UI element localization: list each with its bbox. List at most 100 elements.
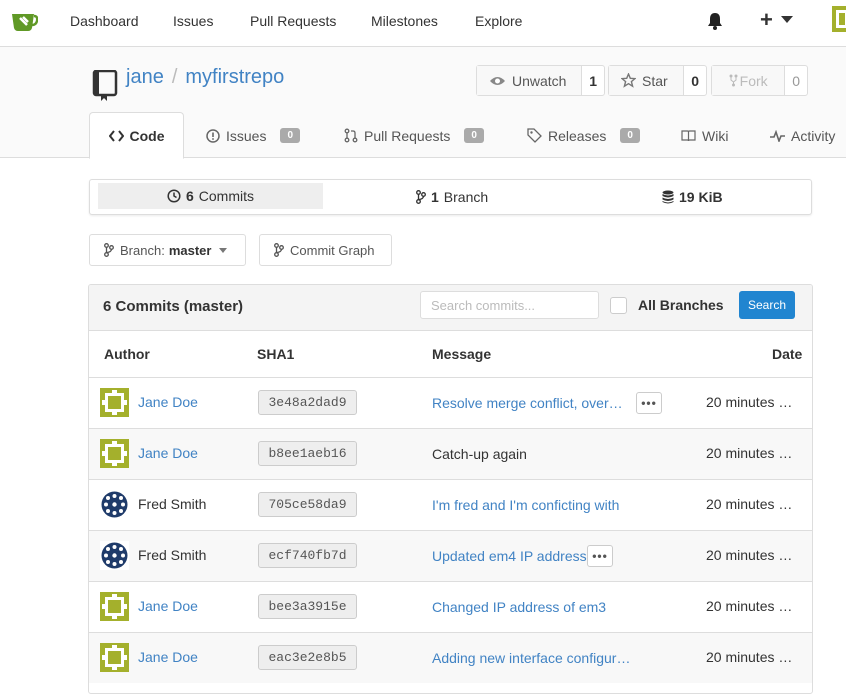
watch-button-group: Unwatch 1	[476, 65, 605, 96]
table-row: Jane Doe b8ee1aeb16 Catch-up again 20 minut…	[89, 428, 812, 479]
commit-graph-button[interactable]: Commit Graph	[259, 234, 392, 266]
bell-icon[interactable]	[707, 12, 723, 30]
commit-sha-button[interactable]: 705ce58da9	[258, 492, 357, 517]
repo-separator: /	[171, 66, 178, 88]
nav-explore[interactable]: Explore	[475, 13, 522, 29]
issues-count-badge: 0	[280, 128, 301, 143]
column-header-message: Message	[432, 346, 492, 362]
releases-count-badge: 0	[620, 128, 640, 143]
expand-message-button[interactable]: •••	[636, 392, 662, 414]
database-icon	[662, 190, 674, 204]
branch-icon	[104, 243, 114, 257]
search-commits-input[interactable]	[420, 291, 599, 319]
column-header-date: Date	[772, 346, 803, 362]
repo-name-link[interactable]: myfirstrepo	[185, 66, 284, 88]
commit-author: Fred Smith	[138, 496, 207, 512]
commits-label: Commits	[198, 188, 255, 204]
all-branches-checkbox[interactable]	[610, 297, 627, 314]
commit-author[interactable]: Jane Doe	[138, 394, 198, 410]
size-stat: 19 KiB	[662, 180, 723, 214]
tab-pull-requests[interactable]: Pull Requests 0	[344, 113, 484, 158]
commit-date: 20 minutes ago	[706, 394, 798, 410]
commit-message[interactable]: Changed IP address of em3	[432, 599, 606, 615]
all-branches-label[interactable]: All Branches	[638, 297, 724, 313]
chevron-down-icon[interactable]	[781, 16, 793, 23]
avatar[interactable]	[100, 490, 129, 519]
tab-activity[interactable]: Activity	[770, 113, 835, 158]
avatar[interactable]	[100, 643, 129, 672]
star-button[interactable]: Star	[609, 66, 685, 95]
commits-table: 6 Commits (master) All Branches Search A…	[88, 284, 813, 694]
search-button[interactable]: Search	[739, 291, 795, 319]
commit-sha-button[interactable]: b8ee1aeb16	[258, 441, 357, 466]
watch-count[interactable]: 1	[582, 66, 604, 95]
avatar[interactable]	[100, 388, 129, 417]
tab-releases[interactable]: Releases 0	[527, 113, 640, 158]
gitea-logo-icon[interactable]	[10, 8, 38, 34]
commit-date: 20 minutes ago	[706, 445, 798, 461]
unwatch-label: Unwatch	[512, 72, 567, 89]
issue-icon	[206, 128, 220, 143]
pulse-icon	[770, 129, 785, 142]
nav-milestones[interactable]: Milestones	[371, 13, 438, 29]
tab-activity-label: Activity	[791, 127, 836, 144]
repo-owner-link[interactable]: jane	[126, 66, 164, 88]
table-row: Jane Doe eac3e2e8b5 Adding new interface c…	[89, 632, 812, 683]
table-row: Jane Doe 3e48a2dad9 Resolve merge conflict…	[89, 377, 812, 428]
commit-message[interactable]: Resolve merge conflict, overwrite	[432, 395, 632, 411]
expand-message-button[interactable]: •••	[587, 545, 613, 567]
commit-sha-button[interactable]: bee3a3915e	[258, 594, 357, 619]
branch-dropdown-prefix: Branch:	[120, 242, 165, 258]
tab-pull-requests-label: Pull Requests	[364, 127, 451, 144]
commit-sha-button[interactable]: 3e48a2dad9	[258, 390, 357, 415]
eye-icon	[490, 76, 505, 85]
branch-dropdown-value: master	[168, 242, 212, 258]
branch-label: Branch	[443, 189, 489, 205]
commit-author[interactable]: Jane Doe	[138, 445, 198, 461]
table-row: Fred Smith ecf740fb7d Updated em4 IP addre…	[89, 530, 812, 581]
commit-author[interactable]: Jane Doe	[138, 598, 198, 614]
nav-dashboard[interactable]: Dashboard	[70, 13, 139, 29]
fork-count[interactable]: 0	[785, 66, 807, 95]
commit-date: 20 minutes ago	[706, 598, 798, 614]
repo-size: 19 KiB	[679, 189, 723, 205]
table-row: Fred Smith 705ce58da9 I'm fred and I'm con…	[89, 479, 812, 530]
commit-message[interactable]: Updated em4 IP address	[432, 548, 587, 564]
tab-issues-label: Issues	[226, 127, 267, 144]
commits-stat[interactable]: 6 Commits	[98, 183, 323, 209]
star-button-group: Star 0	[608, 65, 707, 96]
commit-sha-button[interactable]: eac3e2e8b5	[258, 645, 357, 670]
nav-pull-requests[interactable]: Pull Requests	[250, 13, 336, 29]
column-header-author: Author	[104, 346, 150, 362]
plus-icon[interactable]: +	[760, 9, 773, 31]
pull-requests-count-badge: 0	[464, 128, 484, 143]
user-avatar[interactable]	[832, 6, 846, 32]
branch-icon	[274, 243, 284, 257]
commit-message[interactable]: I'm fred and I'm conficting with	[432, 497, 619, 513]
unwatch-button[interactable]: Unwatch	[477, 66, 583, 95]
commit-sha-button[interactable]: ecf740fb7d	[258, 543, 357, 568]
branch-dropdown[interactable]: Branch: master	[89, 234, 246, 266]
tab-issues[interactable]: Issues 0	[206, 113, 301, 158]
avatar[interactable]	[100, 541, 129, 570]
repo-title: jane / myfirstrepo	[126, 66, 284, 89]
dropdown-caret-icon	[219, 247, 228, 253]
commits-table-header: 6 Commits (master) All Branches Search	[89, 285, 812, 331]
nav-issues[interactable]: Issues	[173, 13, 213, 29]
commit-author[interactable]: Jane Doe	[138, 649, 198, 665]
commit-message[interactable]: Adding new interface configuration	[432, 650, 632, 666]
commit-date: 20 minutes ago	[706, 496, 798, 512]
code-icon	[108, 129, 124, 142]
history-icon	[167, 189, 181, 203]
tab-code[interactable]: Code	[89, 112, 184, 159]
tag-icon	[527, 128, 542, 143]
tab-wiki[interactable]: Wiki	[681, 113, 728, 158]
fork-button[interactable]: Fork	[712, 66, 786, 95]
avatar[interactable]	[100, 592, 129, 621]
repo-stats-bar: 6 Commits 1 Branch 19 KiB	[89, 179, 812, 215]
star-count[interactable]: 0	[684, 66, 706, 95]
avatar[interactable]	[100, 439, 129, 468]
star-label: Star	[642, 72, 668, 89]
branch-stat[interactable]: 1 Branch	[416, 180, 488, 214]
book-icon	[681, 129, 696, 141]
